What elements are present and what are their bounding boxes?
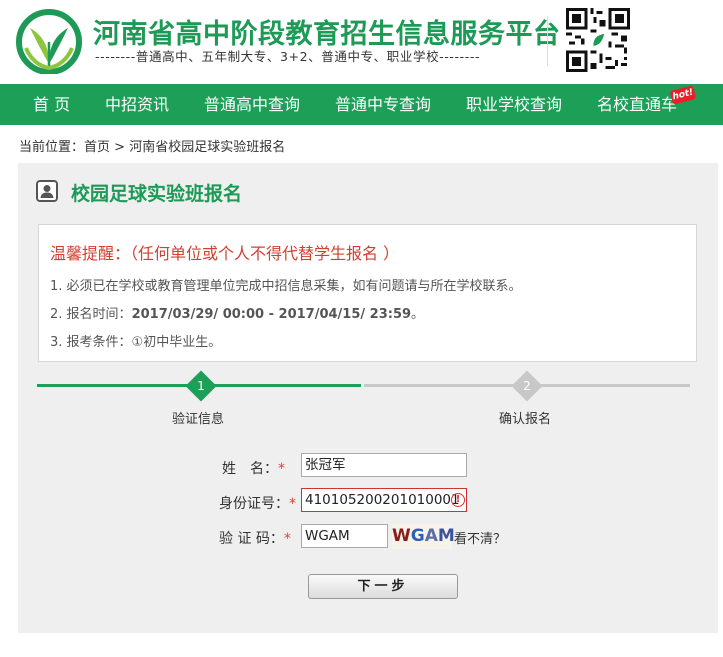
id-number-input[interactable]: 410105200201010001 <box>301 488 467 512</box>
captcha-label-text: 验 证 码： <box>219 531 284 547</box>
notice-line-2-suffix: 。 <box>411 307 425 322</box>
qr-code-icon <box>566 8 630 72</box>
registration-panel: 校园足球实验班报名 温馨提醒：（任何单位或个人不得代替学生报名 ） 1. 必须已… <box>18 163 718 633</box>
step-1-number: 1 <box>197 379 205 393</box>
nav-item-vocational-secondary[interactable]: 普通中专查询 <box>335 84 431 125</box>
notice-line-2-text: 报名时间： <box>66 307 132 322</box>
notice-line-3-num: 3. <box>50 335 63 350</box>
breadcrumb-home-link[interactable]: 首页 <box>84 136 110 155</box>
notice-line-1-num: 1. <box>50 279 63 294</box>
nav-item-high-school[interactable]: 普通高中查询 <box>204 84 300 125</box>
nav-item-home[interactable]: 首 页 <box>33 84 70 125</box>
name-label: 姓 名：* <box>222 458 285 478</box>
breadcrumb-separator: > <box>110 140 130 155</box>
step-2-number: 2 <box>523 379 531 393</box>
captcha-label: 验 证 码：* <box>219 528 291 548</box>
captcha-char-1: W <box>392 526 411 546</box>
name-label-text: 姓 名： <box>222 461 278 477</box>
notice-line-1: 1. 必须已在学校或教育管理单位完成中招信息采集，如有问题请与所在学校联系。 <box>50 275 522 294</box>
notice-line-2: 2. 报名时间：2017/03/29/ 00:00 - 2017/04/15/ … <box>50 303 424 322</box>
id-number-required-mark: * <box>289 496 296 512</box>
notice-line-2-num: 2. <box>50 307 63 322</box>
breadcrumb: 当前位置：首页 > 河南省校园足球实验班报名 <box>19 136 285 155</box>
user-card-icon <box>36 180 58 202</box>
name-required-mark: * <box>278 461 285 477</box>
id-number-label: 身份证号：* <box>219 493 296 513</box>
breadcrumb-current: 河南省校园足球实验班报名 <box>129 140 286 155</box>
main-nav: 首 页 中招资讯 普通高中查询 普通中专查询 职业学校查询 名校直通车 <box>0 84 723 125</box>
error-icon: ! <box>451 493 465 507</box>
next-step-button[interactable]: 下一步 <box>308 574 458 599</box>
captcha-image[interactable]: WGAM <box>392 524 455 549</box>
header-divider <box>547 16 548 66</box>
step-2-label: 确认报名 <box>499 412 552 427</box>
registration-period: 2017/03/29/ 00:00 - 2017/04/15/ 23:59 <box>131 307 412 322</box>
notice-line-3: 3. 报考条件：①初中毕业生。 <box>50 331 221 350</box>
page-title: 校园足球实验班报名 <box>71 183 243 205</box>
breadcrumb-prefix: 当前位置： <box>19 140 85 155</box>
site-header: 河南省高中阶段教育招生信息服务平台 --------普通高中、五年制大专、3+2… <box>0 0 723 84</box>
name-input[interactable]: 张冠军 <box>301 453 467 477</box>
nav-item-vocational-school[interactable]: 职业学校查询 <box>466 84 562 125</box>
site-subtitle: --------普通高中、五年制大专、3+2、普通中专、职业学校-------- <box>95 49 481 64</box>
captcha-required-mark: * <box>283 531 291 547</box>
captcha-char-2: G <box>410 526 425 546</box>
notice-line-3-text: 报考条件：①初中毕业生。 <box>66 335 222 350</box>
captcha-refresh-link[interactable]: 看不清？ <box>454 528 506 547</box>
nav-item-top-schools[interactable]: 名校直通车 <box>597 84 677 125</box>
step-1-label: 验证信息 <box>172 412 225 427</box>
captcha-input[interactable]: WGAM <box>301 524 388 548</box>
notice-line-1-text: 必须已在学校或教育管理单位完成中招信息采集，如有问题请与所在学校联系。 <box>66 279 522 294</box>
captcha-char-4: M <box>437 526 455 546</box>
captcha-char-3: A <box>424 526 438 546</box>
nav-item-news[interactable]: 中招资讯 <box>105 84 169 125</box>
leaf-logo-icon[interactable] <box>16 8 82 74</box>
id-number-label-text: 身份证号： <box>219 496 289 512</box>
notice-box: 温馨提醒：（任何单位或个人不得代替学生报名 ） 1. 必须已在学校或教育管理单位… <box>38 224 697 362</box>
notice-title: 温馨提醒：（任何单位或个人不得代替学生报名 ） <box>50 244 400 263</box>
